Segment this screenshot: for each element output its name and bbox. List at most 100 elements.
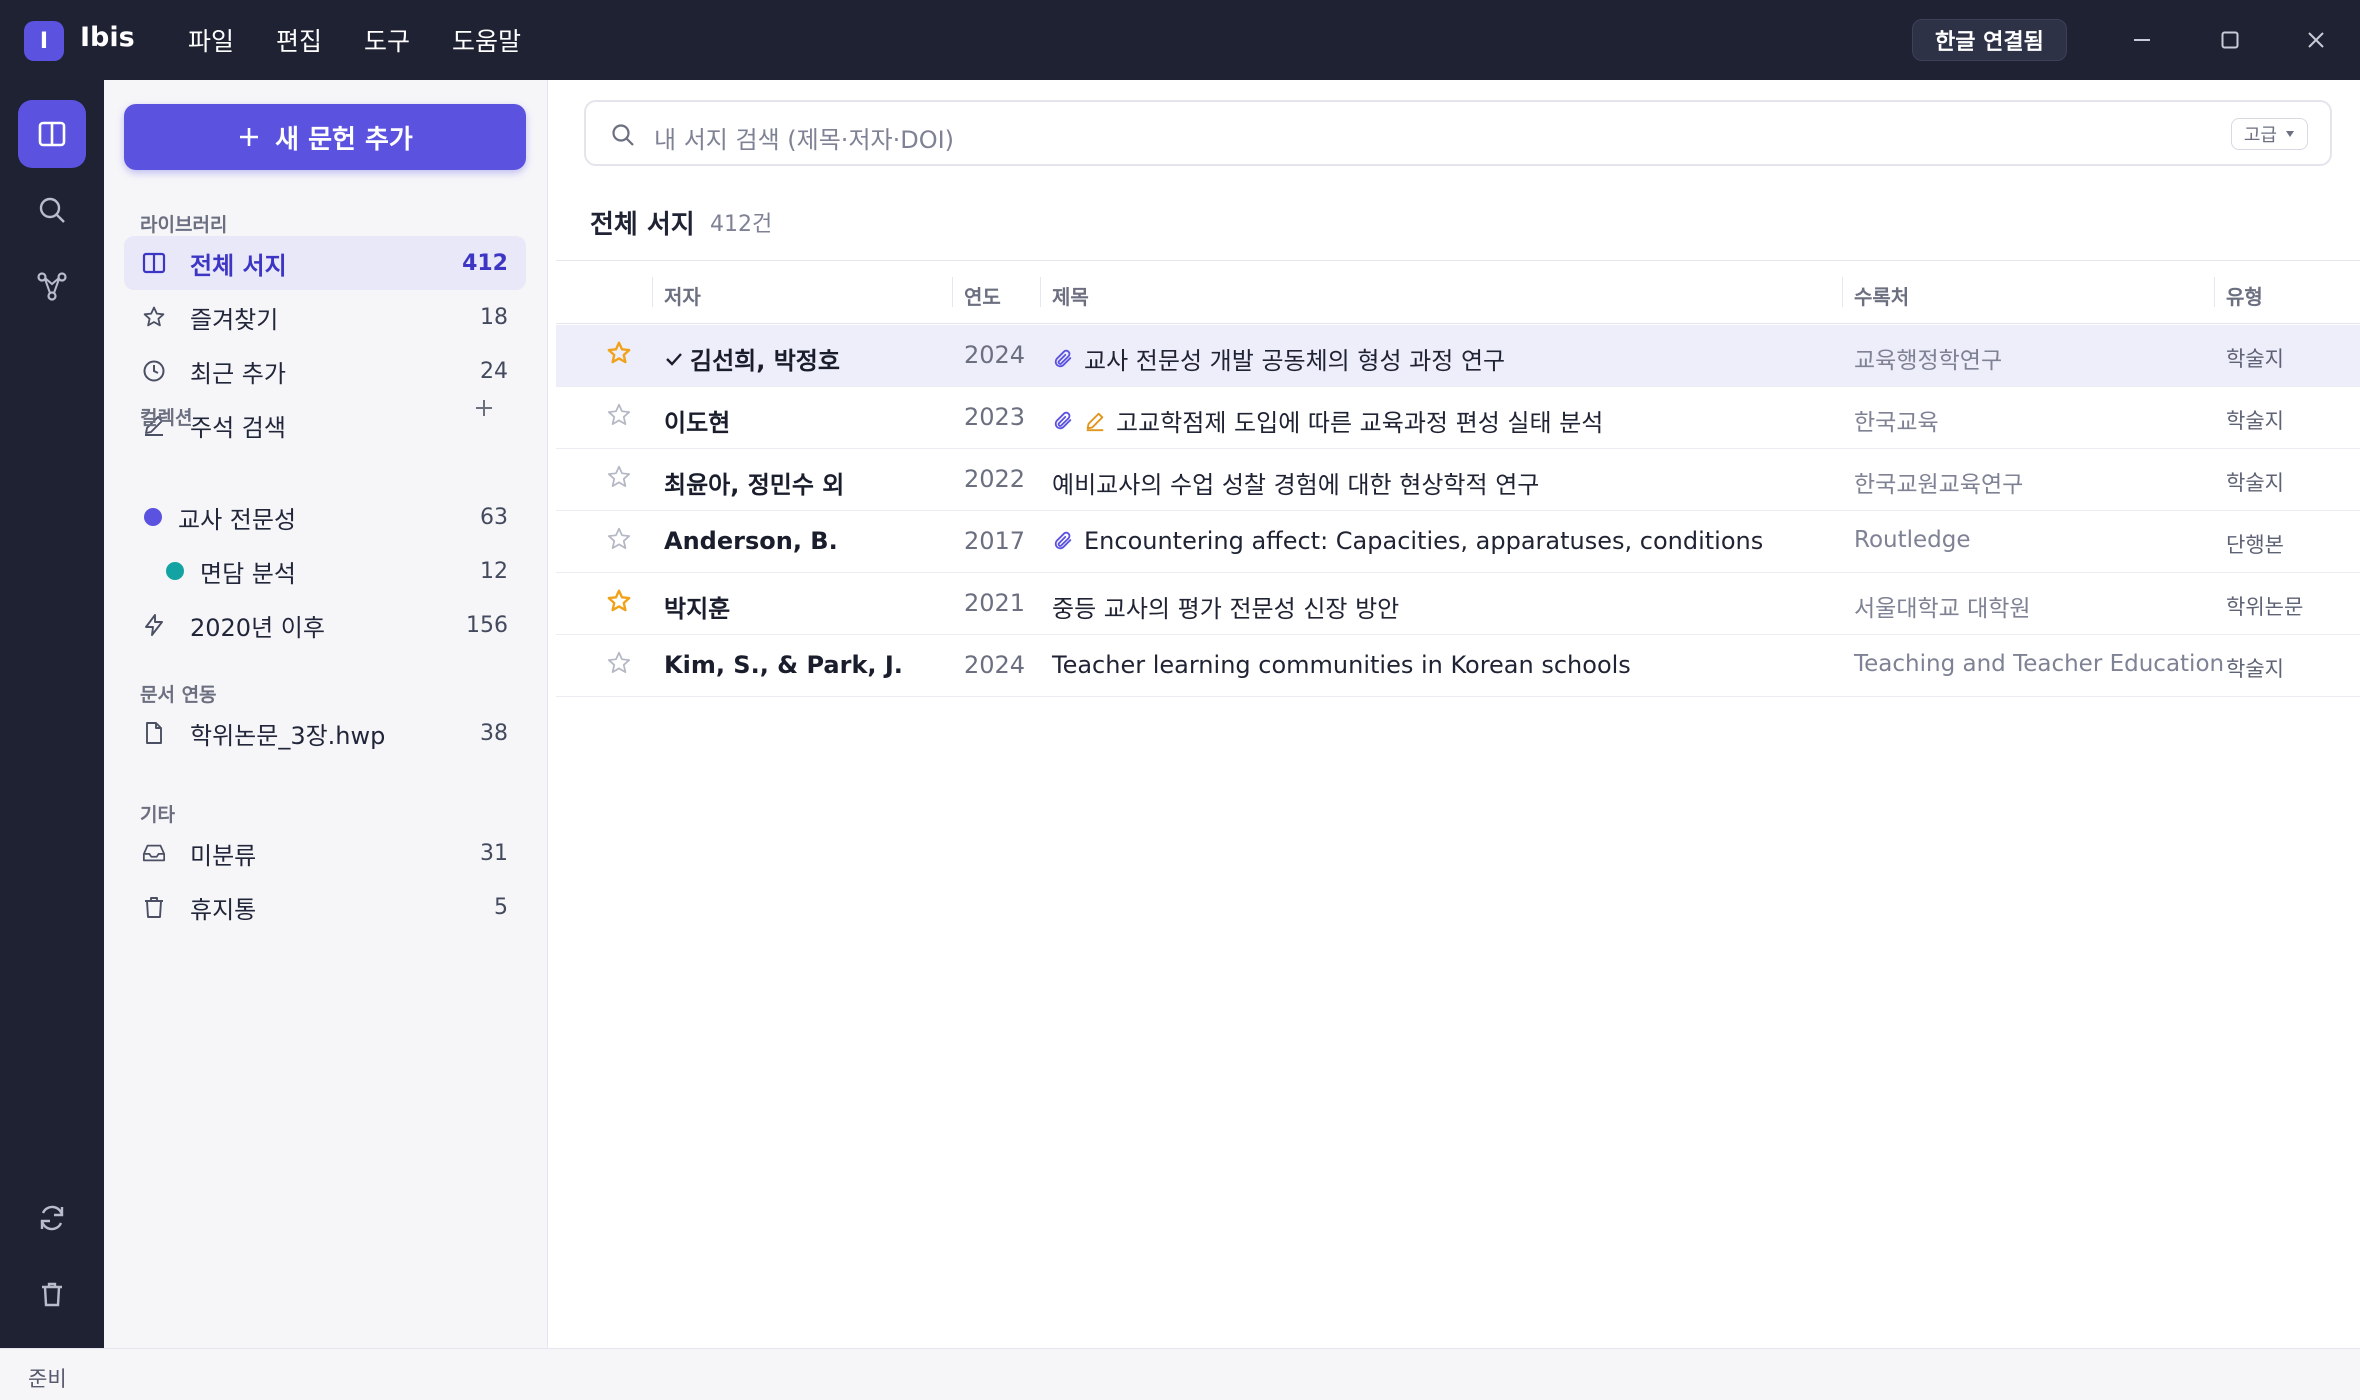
collection-color-dot (166, 562, 184, 580)
favorite-star-icon[interactable] (606, 402, 632, 428)
menu-tools[interactable]: 도구 (364, 22, 410, 58)
sidebar-item-unfiled[interactable]: 미분류 31 (124, 826, 526, 880)
advanced-search-button[interactable]: 고급 (2230, 118, 2308, 150)
author-cell: 박지훈 (664, 589, 730, 624)
sidebar-item-all[interactable]: 전체 서지 412 (124, 236, 526, 290)
add-reference-label: 새 문헌 추가 (275, 124, 413, 155)
rail-library-button[interactable] (18, 100, 86, 168)
collection-color-dot (144, 508, 162, 526)
rail-graph-button[interactable] (18, 252, 86, 320)
attachment-icon[interactable] (1052, 530, 1074, 552)
clock-icon (142, 359, 166, 383)
list-count: 412건 (710, 212, 773, 237)
search-icon (610, 122, 636, 152)
menu-edit[interactable]: 편집 (276, 22, 322, 58)
favorite-star-icon[interactable] (606, 340, 632, 366)
column-divider (1842, 277, 1843, 307)
table-row[interactable]: 박지훈 2021 중등 교사의 평가 전문성 신장 방안 서울대학교 대학원 학위논문 (556, 573, 2360, 635)
author-text: 김선희, 박정호 (690, 347, 840, 375)
year-cell: 2021 (964, 589, 1026, 617)
maximize-button[interactable] (2210, 20, 2250, 60)
search-input[interactable]: 내 서지 검색 (제목·저자·DOI) 고급 (584, 100, 2332, 166)
collection-item-teacher[interactable]: 교사 전문성 63 (124, 490, 526, 544)
sidebar-item-label: 주석 검색 (190, 413, 286, 442)
type-cell: 학술지 (2226, 409, 2284, 433)
column-divider (652, 277, 653, 307)
favorite-star-icon[interactable] (606, 650, 632, 676)
rail-sync-button[interactable] (18, 1184, 86, 1252)
close-button[interactable] (2296, 20, 2336, 60)
source-cell: 한국교육 (1854, 410, 1939, 436)
bolt-icon (142, 613, 166, 637)
favorite-star-icon[interactable] (606, 464, 632, 490)
year-cell: 2017 (964, 527, 1026, 555)
favorite-star-icon[interactable] (606, 526, 632, 552)
column-year[interactable]: 연도 (964, 281, 1001, 310)
table-row[interactable]: 최윤아, 정민수 외 2022 예비교사의 수업 성찰 경험에 대한 현상학적 연구… (556, 449, 2360, 511)
table-row[interactable]: 김선희, 박정호 2024 교사 전문성 개발 공동체의 형성 과정 연구 교육행정학… (556, 325, 2360, 387)
search-icon (39, 197, 65, 223)
plus-icon (240, 128, 259, 146)
menu-help[interactable]: 도움말 (452, 22, 521, 58)
doclink-item-count: 38 (480, 720, 508, 746)
advanced-search-label: 고급 (2243, 125, 2277, 146)
minimize-icon (2134, 39, 2150, 41)
author-text: 최윤아, 정민수 외 (664, 471, 845, 499)
sidebar-item-recent[interactable]: 최근 추가 24 (124, 344, 526, 398)
other-section-label: 기타 (140, 804, 175, 826)
trash-icon (42, 1282, 62, 1307)
author-cell: 최윤아, 정민수 외 (664, 465, 844, 500)
collection-item-interview[interactable]: 면담 분석 12 (124, 544, 526, 598)
collection-item-count: 63 (480, 504, 508, 530)
year-cell: 2024 (964, 651, 1026, 679)
rail-search-button[interactable] (18, 176, 86, 244)
type-cell: 학술지 (2226, 657, 2284, 681)
title-text: 고교학점제 도입에 따른 교육과정 편성 실태 분석 (1116, 409, 1604, 437)
year-cell: 2024 (964, 341, 1026, 369)
annotation-icon[interactable] (1084, 410, 1106, 432)
attachment-icon[interactable] (1052, 348, 1074, 370)
favorite-star-icon[interactable] (606, 588, 632, 614)
collection-item-count: 156 (466, 612, 508, 638)
table-row[interactable]: 이도현 2023 고교학점제 도입에 따른 교육과정 편성 실태 분석 한국교육 학술지 (556, 387, 2360, 449)
title-text: 교사 전문성 개발 공동체의 형성 과정 연구 (1084, 347, 1506, 375)
sidebar-item-trash[interactable]: 휴지통 5 (124, 880, 526, 934)
type-cell: 단행본 (2226, 533, 2284, 557)
attachment-icon[interactable] (1052, 410, 1074, 432)
column-type[interactable]: 유형 (2226, 281, 2263, 310)
source-cell: 한국교원교육연구 (1854, 472, 2024, 498)
author-cell: 이도현 (664, 403, 730, 438)
list-title: 전체 서지 (590, 210, 695, 240)
column-source[interactable]: 수록처 (1854, 281, 1909, 310)
sidebar-item-label: 휴지통 (190, 895, 257, 924)
minimize-button[interactable] (2122, 20, 2162, 60)
icon-rail (0, 80, 104, 1348)
graph-icon (37, 272, 67, 301)
collection-item-label: 면담 분석 (200, 559, 296, 588)
add-reference-button[interactable]: 새 문헌 추가 (124, 104, 526, 170)
year-cell: 2023 (964, 403, 1026, 431)
table-row[interactable]: Kim, S., & Park, J. 2024 Teacher learning … (556, 635, 2360, 697)
smart-collection-2020[interactable]: 2020년 이후 156 (124, 598, 526, 652)
rail-trash-button[interactable] (18, 1260, 86, 1328)
close-icon (2308, 32, 2324, 48)
status-bar: 준비 (0, 1348, 2360, 1400)
title-cell: 예비교사의 수업 성찰 경험에 대한 현상학적 연구 (1052, 465, 1539, 500)
hangul-status-button[interactable]: 한글 연결됨 (1912, 19, 2067, 61)
sidebar-item-favorites[interactable]: 즐겨찾기 18 (124, 290, 526, 344)
table-row[interactable]: Anderson, B. 2017 Encountering affect: Cap… (556, 511, 2360, 573)
author-text: 이도현 (664, 409, 731, 437)
app-name: Ibis (80, 22, 135, 53)
plus-icon (476, 400, 492, 416)
column-author[interactable]: 저자 (664, 281, 701, 310)
doclink-item-thesis[interactable]: 학위논문_3장.hwp 38 (124, 706, 526, 760)
column-divider (2214, 277, 2215, 307)
library-icon (142, 251, 166, 275)
title-text: 중등 교사의 평가 전문성 신장 방안 (1052, 595, 1400, 623)
menu-file[interactable]: 파일 (188, 22, 234, 58)
source-cell: Teaching and Teacher Education (1854, 651, 2225, 677)
add-collection-button[interactable] (474, 392, 494, 425)
menu-bar: 파일 편집 도구 도움말 (188, 0, 563, 80)
sidebar: 새 문헌 추가 라이브러리 전체 서지 412 즐겨찾기 18 최근 추가 24… (104, 80, 548, 1348)
column-title[interactable]: 제목 (1052, 281, 1089, 310)
